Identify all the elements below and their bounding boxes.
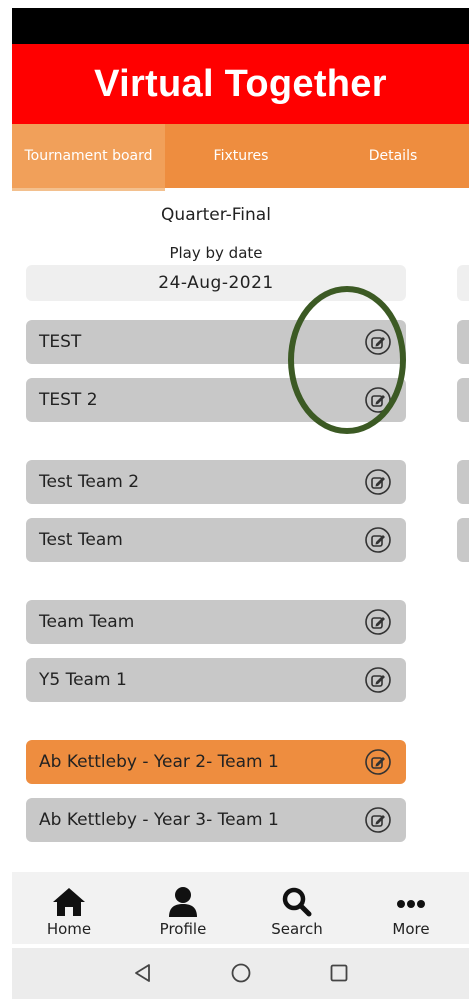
tab-tournament-board[interactable]: Tournament board bbox=[12, 124, 165, 191]
home-circle-icon bbox=[231, 963, 251, 983]
recent-apps-square-icon bbox=[330, 964, 348, 982]
back-button[interactable] bbox=[130, 960, 156, 986]
app-title: Virtual Together bbox=[94, 62, 387, 105]
next-round-slot-peek[interactable] bbox=[457, 320, 469, 364]
profile-icon bbox=[169, 887, 197, 917]
nav-more[interactable]: More bbox=[354, 872, 468, 944]
app-screen: Virtual Together Tournament board Fixtur… bbox=[0, 0, 469, 999]
next-round-slot-peek[interactable] bbox=[457, 378, 469, 422]
team-name: Test Team bbox=[39, 530, 123, 550]
team-row[interactable]: Test Team 2 bbox=[26, 460, 406, 504]
edit-icon[interactable] bbox=[364, 468, 392, 496]
team-name: TEST 2 bbox=[39, 390, 98, 410]
bottom-nav: Home Profile Search More bbox=[12, 872, 469, 944]
team-row[interactable]: Team Team bbox=[26, 600, 406, 644]
team-name: Team Team bbox=[39, 612, 135, 632]
status-bar bbox=[12, 8, 469, 44]
highlight-circle-annotation bbox=[288, 286, 406, 434]
nav-search[interactable]: Search bbox=[240, 872, 354, 944]
team-row[interactable]: Y5 Team 1 bbox=[26, 658, 406, 702]
system-nav-bar bbox=[12, 948, 469, 999]
next-round-slot-peek[interactable] bbox=[457, 518, 469, 562]
team-row-highlighted[interactable]: Ab Kettleby - Year 2- Team 1 bbox=[26, 740, 406, 784]
team-name: Y5 Team 1 bbox=[39, 670, 127, 690]
home-icon bbox=[53, 888, 85, 916]
tab-bar: Tournament board Fixtures Details bbox=[12, 124, 469, 191]
nav-profile[interactable]: Profile bbox=[126, 872, 240, 944]
back-triangle-icon bbox=[135, 964, 150, 982]
edit-icon[interactable] bbox=[364, 666, 392, 694]
edit-icon[interactable] bbox=[364, 608, 392, 636]
edit-icon[interactable] bbox=[364, 806, 392, 834]
team-name: Test Team 2 bbox=[39, 472, 140, 492]
play-by-label: Play by date bbox=[169, 244, 263, 262]
next-round-date-peek[interactable] bbox=[457, 265, 469, 301]
nav-home[interactable]: Home bbox=[12, 872, 126, 944]
nav-label: Search bbox=[271, 920, 323, 938]
next-round-slot-peek[interactable] bbox=[457, 460, 469, 504]
nav-label: Profile bbox=[159, 920, 207, 938]
team-name: TEST bbox=[39, 332, 82, 352]
team-name: Ab Kettleby - Year 2- Team 1 bbox=[39, 752, 279, 772]
round-title: Quarter-Final bbox=[161, 205, 271, 225]
recent-apps-button[interactable] bbox=[326, 960, 352, 986]
search-icon bbox=[282, 887, 312, 917]
home-system-button[interactable] bbox=[228, 960, 254, 986]
app-header: Virtual Together bbox=[12, 44, 469, 124]
tab-fixtures[interactable]: Fixtures bbox=[165, 124, 317, 188]
more-icon bbox=[397, 900, 425, 908]
edit-icon[interactable] bbox=[364, 526, 392, 554]
team-name: Ab Kettleby - Year 3- Team 1 bbox=[39, 810, 279, 830]
nav-label: More bbox=[392, 920, 430, 938]
team-row[interactable]: Test Team bbox=[26, 518, 406, 562]
team-row[interactable]: Ab Kettleby - Year 3- Team 1 bbox=[26, 798, 406, 842]
edit-icon[interactable] bbox=[364, 748, 392, 776]
tab-details[interactable]: Details bbox=[317, 124, 469, 188]
nav-label: Home bbox=[46, 920, 92, 938]
